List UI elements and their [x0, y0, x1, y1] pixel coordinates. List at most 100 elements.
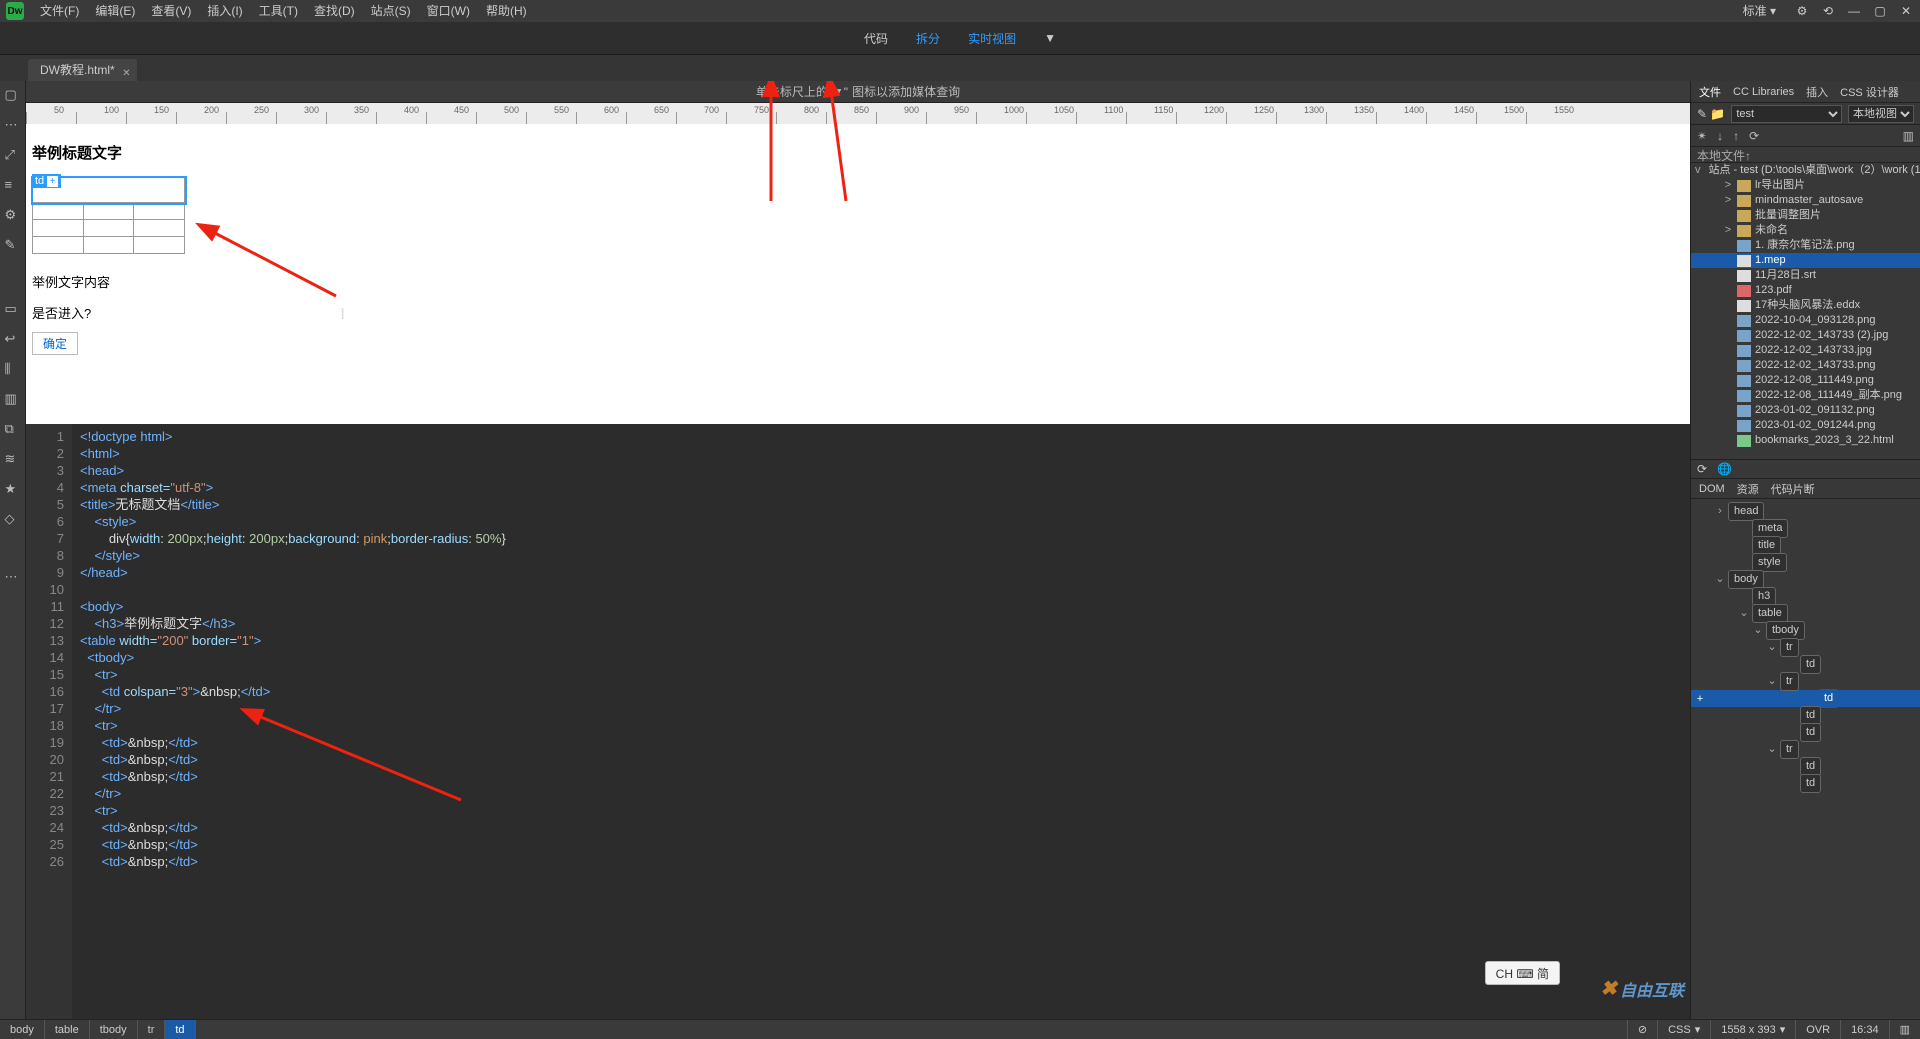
status-panel-toggle-icon[interactable]: ▥: [1889, 1020, 1920, 1039]
dom-node[interactable]: ⌄tr: [1691, 639, 1920, 656]
file-tree-item[interactable]: 批量调整图片: [1691, 208, 1920, 223]
file-tree-item[interactable]: > lr导出图片: [1691, 178, 1920, 193]
menu-item[interactable]: 查找(D): [306, 0, 363, 22]
file-tree-item[interactable]: 1. 康奈尔笔记法.png: [1691, 238, 1920, 253]
menu-item[interactable]: 查看(V): [143, 0, 199, 22]
tool-wand-icon[interactable]: ✎: [5, 237, 21, 253]
file-tree-item[interactable]: bookmarks_2023_3_22.html: [1691, 433, 1920, 448]
menu-item[interactable]: 工具(T): [251, 0, 306, 22]
source-code[interactable]: <!doctype html><html><head><meta charset…: [72, 424, 1690, 1019]
status-css-mode[interactable]: CSS ▾: [1657, 1020, 1710, 1039]
dom-node[interactable]: ⌄tr: [1691, 741, 1920, 758]
dom-node[interactable]: style: [1691, 554, 1920, 571]
tool-align-icon[interactable]: ⫼: [5, 361, 21, 377]
panel-tab-insert[interactable]: 插入: [1806, 84, 1828, 100]
dom-globe-icon[interactable]: 🌐: [1717, 462, 1732, 476]
code-editor-pane[interactable]: 1234567891011121314151617181920212223242…: [26, 424, 1690, 1019]
dom-node[interactable]: td: [1691, 656, 1920, 673]
breadcrumb-item[interactable]: body: [0, 1020, 45, 1039]
view-live[interactable]: 实时视图: [968, 30, 1016, 47]
dom-refresh-icon[interactable]: ⟳: [1697, 462, 1707, 476]
file-tree-item[interactable]: 2022-12-02_143733 (2).jpg: [1691, 328, 1920, 343]
menu-item[interactable]: 窗口(W): [419, 0, 478, 22]
dom-node[interactable]: h3: [1691, 588, 1920, 605]
tool-expand-icon[interactable]: ⤢: [5, 147, 21, 163]
dom-tree[interactable]: ›headmetatitlestyle⌄bodyh3⌄table⌄tbody⌄t…: [1691, 499, 1920, 1019]
element-selection-badge[interactable]: td+: [32, 174, 61, 188]
file-tree-item[interactable]: 2022-10-04_093128.png: [1691, 313, 1920, 328]
dom-tab-dom[interactable]: DOM: [1699, 483, 1725, 495]
minimize-icon[interactable]: —: [1846, 3, 1862, 19]
maximize-icon[interactable]: ▢: [1872, 3, 1888, 19]
refresh-icon[interactable]: ↓: [1717, 129, 1723, 143]
menu-item[interactable]: 文件(F): [32, 0, 87, 22]
panel-tab-css[interactable]: CSS 设计器: [1840, 84, 1899, 100]
breadcrumb-item[interactable]: table: [45, 1020, 90, 1039]
file-tree-item[interactable]: 2022-12-02_143733.jpg: [1691, 343, 1920, 358]
tool-list-icon[interactable]: ≡: [5, 177, 21, 193]
dom-tab-assets[interactable]: 资源: [1737, 481, 1759, 497]
status-dimensions[interactable]: 1558 x 393 ▾: [1710, 1020, 1795, 1039]
menu-item[interactable]: 站点(S): [363, 0, 419, 22]
dom-node[interactable]: ⌄body: [1691, 571, 1920, 588]
tool-star-icon[interactable]: ★: [5, 481, 21, 497]
tool-settings-icon[interactable]: ⚙: [5, 207, 21, 223]
document-tab[interactable]: DW教程.html* ✕: [28, 59, 137, 81]
view-split[interactable]: 拆分: [916, 30, 940, 47]
file-tree-item[interactable]: 2022-12-02_143733.png: [1691, 358, 1920, 373]
tool-wrap-icon[interactable]: ↩: [5, 331, 21, 347]
dom-node[interactable]: td: [1691, 724, 1920, 741]
horizontal-ruler[interactable]: 5010015020025030035040045050055060065070…: [26, 103, 1690, 124]
tool-snippet-icon[interactable]: ⧉: [5, 421, 21, 437]
connect-icon[interactable]: ✴: [1697, 129, 1707, 143]
file-tree-item[interactable]: 123.pdf: [1691, 283, 1920, 298]
tool-more-icon[interactable]: ⋯: [5, 569, 21, 585]
settings-gear-icon[interactable]: ⚙: [1794, 3, 1810, 19]
dom-node[interactable]: td: [1709, 690, 1920, 707]
dom-node[interactable]: td: [1691, 775, 1920, 792]
file-tree-item[interactable]: > 未命名: [1691, 223, 1920, 238]
file-tree-item[interactable]: 1.mep: [1691, 253, 1920, 268]
dom-node[interactable]: meta: [1691, 520, 1920, 537]
tool-manage-icon[interactable]: ⋯: [5, 117, 21, 133]
view-dropdown-icon[interactable]: ▼: [1044, 31, 1056, 45]
dom-node[interactable]: td: [1691, 707, 1920, 724]
preview-table[interactable]: [32, 177, 185, 254]
sync-icon[interactable]: ⟲: [1820, 3, 1836, 19]
file-tree-item[interactable]: 2022-12-08_111449.png: [1691, 373, 1920, 388]
file-tree-item[interactable]: 2023-01-02_091244.png: [1691, 418, 1920, 433]
status-error-icon[interactable]: ⊘: [1627, 1020, 1657, 1039]
dom-node[interactable]: title: [1691, 537, 1920, 554]
tool-panel-icon[interactable]: ▥: [5, 391, 21, 407]
view-selector[interactable]: 本地视图: [1848, 105, 1914, 123]
site-selector[interactable]: test: [1731, 105, 1842, 123]
tool-comment-icon[interactable]: ◇: [5, 511, 21, 527]
file-tree[interactable]: v 站点 - test (D:\tools\桌面\work（2）\work (1…: [1691, 163, 1920, 459]
sync-files-icon[interactable]: ⟳: [1749, 129, 1759, 143]
dom-insert-icon[interactable]: +: [1691, 693, 1709, 705]
menu-item[interactable]: 编辑(E): [87, 0, 143, 22]
file-tree-item[interactable]: 17种头脑风暴法.eddx: [1691, 298, 1920, 313]
breadcrumb-item[interactable]: td: [165, 1020, 195, 1039]
preview-submit-button[interactable]: 确定: [32, 332, 78, 355]
ime-indicator[interactable]: CH ⌨ 简: [1485, 961, 1560, 985]
live-preview-pane[interactable]: 举例标题文字 td+ 举例文字内容 是否进入? 确定 I: [26, 124, 1690, 424]
file-list-header[interactable]: 本地文件↑: [1691, 147, 1920, 163]
dom-node[interactable]: td: [1691, 758, 1920, 775]
dom-node[interactable]: ⌄tbody: [1691, 622, 1920, 639]
view-code[interactable]: 代码: [864, 30, 888, 47]
menu-item[interactable]: 帮助(H): [478, 0, 535, 22]
file-tree-item[interactable]: 11月28日.srt: [1691, 268, 1920, 283]
close-window-icon[interactable]: ✕: [1898, 3, 1914, 19]
get-icon[interactable]: ↑: [1733, 129, 1739, 143]
panel-tab-cc[interactable]: CC Libraries: [1733, 86, 1794, 98]
tool-tablet-icon[interactable]: ▭: [5, 301, 21, 317]
file-tree-item[interactable]: > mindmaster_autosave: [1691, 193, 1920, 208]
dom-node[interactable]: ⌄table: [1691, 605, 1920, 622]
file-tree-item[interactable]: 2023-01-02_091132.png: [1691, 403, 1920, 418]
add-selector-icon[interactable]: +: [47, 176, 58, 187]
dom-node[interactable]: ›head: [1691, 503, 1920, 520]
file-tree-item[interactable]: 2022-12-08_111449_副本.png: [1691, 388, 1920, 403]
breadcrumb-item[interactable]: tr: [138, 1020, 166, 1039]
workspace-switcher[interactable]: 标准 ▾: [1735, 0, 1784, 22]
